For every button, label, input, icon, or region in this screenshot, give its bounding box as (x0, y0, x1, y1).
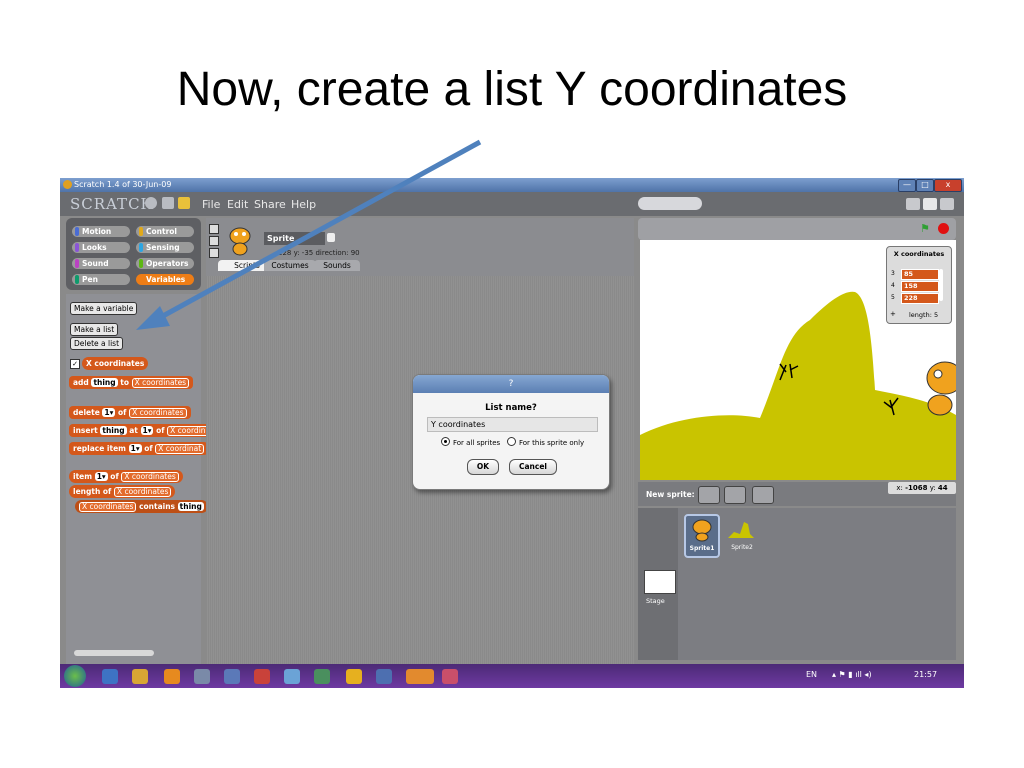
annotation-arrow (136, 139, 482, 330)
ie-icon[interactable] (102, 669, 118, 684)
scratch-taskbar-icon[interactable] (406, 669, 434, 684)
app-icon[interactable] (314, 669, 330, 684)
media-player-icon[interactable] (164, 669, 180, 684)
chrome-icon[interactable] (346, 669, 362, 684)
app-icon[interactable] (254, 669, 270, 684)
language-indicator[interactable]: EN (806, 670, 817, 679)
app-icon[interactable] (376, 669, 392, 684)
app-icon[interactable] (194, 669, 210, 684)
app-icon[interactable] (442, 669, 458, 684)
start-button[interactable] (64, 665, 86, 687)
tray-icons[interactable]: ▴ ⚑ ▮ ıll ◂) (832, 670, 872, 679)
taskbar: EN ▴ ⚑ ▮ ıll ◂) 21:57 (60, 664, 964, 688)
explorer-icon[interactable] (132, 669, 148, 684)
clock[interactable]: 21:57 (914, 670, 937, 679)
app-icon[interactable] (284, 669, 300, 684)
app-icon[interactable] (224, 669, 240, 684)
